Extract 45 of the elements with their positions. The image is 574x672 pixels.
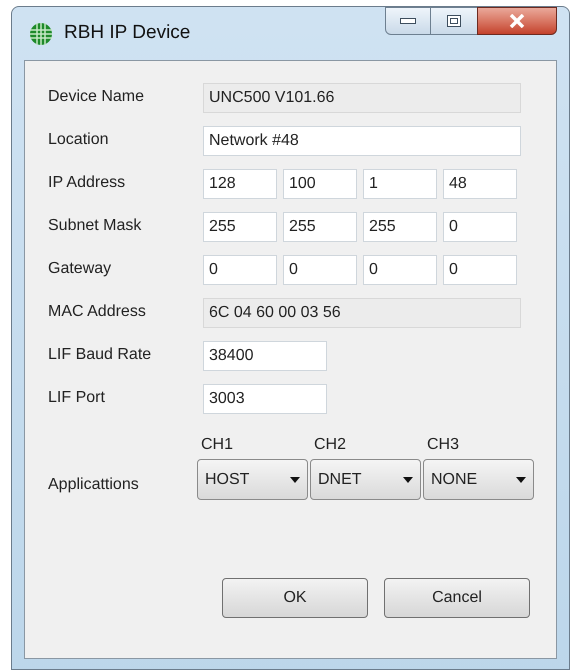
text-field[interactable]: 38400: [203, 341, 327, 371]
text-field[interactable]: 100: [283, 169, 357, 199]
text-field[interactable]: 0: [283, 255, 357, 285]
text-field[interactable]: 255: [283, 212, 357, 242]
text-field[interactable]: 0: [203, 255, 277, 285]
field-label: Location: [48, 130, 110, 150]
text-field[interactable]: 3003: [203, 384, 327, 414]
caret-icon: [403, 476, 413, 482]
field-label: Applicattions: [48, 475, 140, 495]
field-label: Device Name: [48, 87, 146, 107]
text-field[interactable]: 1: [363, 169, 437, 199]
field-label: MAC Address: [48, 302, 147, 322]
caret-icon: [516, 476, 526, 482]
field-label: Gateway: [48, 259, 112, 279]
text-field[interactable]: Network #48: [203, 126, 521, 156]
field-label: Subnet Mask: [48, 216, 142, 236]
text-field[interactable]: 6C 04 60 00 03 56: [203, 298, 521, 328]
text-field[interactable]: 0: [443, 212, 517, 242]
close-button[interactable]: [477, 7, 557, 35]
text-field[interactable]: 255: [203, 212, 277, 242]
field-label: IP Address: [48, 173, 126, 193]
channel-dropdown[interactable]: NONE: [423, 459, 534, 500]
minimize-icon: [400, 18, 416, 24]
text-field[interactable]: 0: [363, 255, 437, 285]
caret-icon: [290, 476, 300, 482]
field-label: LIF Baud Rate: [48, 345, 152, 365]
close-icon: [509, 14, 525, 28]
maximize-icon: [447, 15, 461, 27]
window-title: RBH IP Device: [64, 21, 190, 46]
globe-icon: [28, 20, 54, 46]
channel-label: CH1: [200, 435, 234, 455]
channel-label: CH2: [313, 435, 348, 455]
text-field[interactable]: UNC500 V101.66: [203, 83, 521, 113]
text-field[interactable]: 128: [203, 169, 277, 199]
maximize-button[interactable]: [431, 7, 477, 35]
text-field[interactable]: 255: [363, 212, 437, 242]
dialog-button[interactable]: Cancel: [384, 578, 530, 618]
dialog-button[interactable]: OK: [222, 578, 368, 618]
minimize-button[interactable]: [385, 7, 431, 35]
channel-dropdown[interactable]: DNET: [310, 459, 421, 500]
text-field[interactable]: 48: [443, 169, 517, 199]
field-label: LIF Port: [48, 388, 106, 408]
channel-label: CH3: [426, 435, 460, 455]
text-field[interactable]: 0: [443, 255, 517, 285]
channel-dropdown[interactable]: HOST: [197, 459, 308, 500]
